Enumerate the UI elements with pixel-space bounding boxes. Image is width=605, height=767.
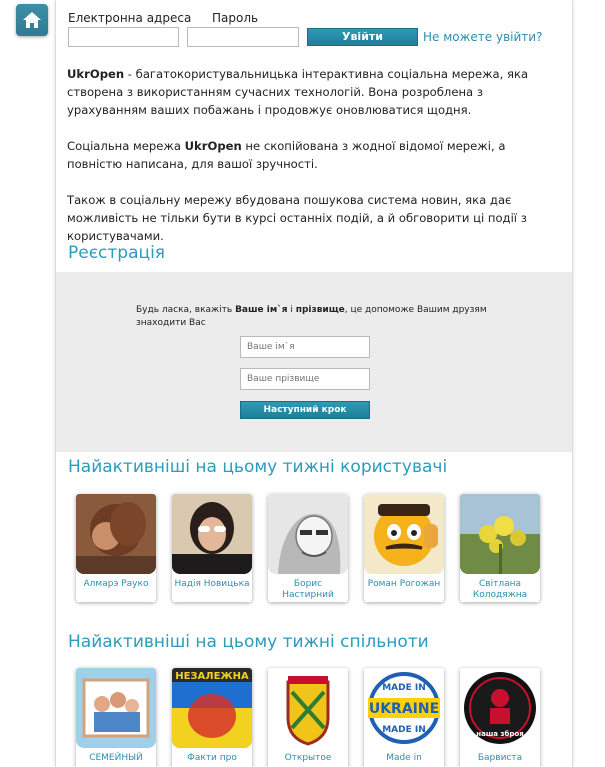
community-card[interactable]: Открытое [268, 668, 348, 767]
community-name: Made in [386, 753, 422, 763]
login-button[interactable]: Увійти [307, 28, 418, 46]
intro-paragraph-3: Також в соціальну мережу вбудована пошук… [67, 193, 527, 243]
community-image: UKRAINE MADE IN MADE IN [364, 668, 444, 748]
email-field[interactable] [68, 27, 179, 47]
svg-text:наша зброя: наша зброя [476, 730, 523, 738]
community-name: СЕМЕЙНЫЙ [89, 753, 143, 763]
nezalezhna-logo-text: НЕЗАЛЕЖНА [175, 671, 249, 682]
user-card[interactable]: Алмарэ Рауко [76, 494, 156, 602]
user-avatar [364, 494, 444, 574]
community-name: Барвиста [477, 753, 523, 763]
next-step-button[interactable]: Наступний крок [240, 401, 370, 419]
forgot-password-link[interactable]: Не можете увійти? [423, 30, 542, 44]
main-page: Електронна адреса Пароль Увійти Не может… [55, 0, 573, 767]
user-avatar [172, 494, 252, 574]
login-form: Електронна адреса Пароль Увійти Не может… [67, 11, 567, 51]
active-communities-list: СЕМЕЙНЫЙ НЕЗАЛЕЖНА Факти про Открытое UK… [76, 668, 540, 767]
community-image [268, 668, 348, 748]
community-card[interactable]: наша зброя Барвиста [460, 668, 540, 767]
intro-paragraph-2: Соціальна мережа UkrOpen не скопійована … [67, 139, 506, 171]
community-name: Открытое [284, 753, 332, 763]
intro-paragraph-1: UkrOpen - багатокористувальницька інтера… [67, 67, 529, 117]
registration-hint: Будь ласка, вкажіть Ваше ім`я і прізвище… [136, 305, 487, 328]
email-label: Електронна адреса [68, 11, 192, 25]
active-users-title: Найактивніші на цьому тижні користувачі [68, 457, 448, 477]
last-name-field[interactable] [240, 368, 370, 390]
home-button[interactable] [16, 4, 48, 36]
user-avatar [460, 494, 540, 574]
password-label: Пароль [212, 11, 259, 25]
community-card[interactable]: НЕЗАЛЕЖНА Факти про [172, 668, 252, 767]
user-card[interactable]: Борис Настирний [268, 494, 348, 602]
user-name: Світлана Колодяжна [472, 579, 528, 600]
user-card[interactable]: Світлана Колодяжна [460, 494, 540, 602]
brand-name: UkrOpen [184, 139, 242, 153]
community-name: Факти про [187, 753, 237, 763]
home-icon [23, 12, 41, 28]
community-card[interactable]: СЕМЕЙНЫЙ [76, 668, 156, 767]
community-card[interactable]: UKRAINE MADE IN MADE IN Made in [364, 668, 444, 767]
user-name: Борис Настирний [282, 579, 334, 600]
ukraine-logo-text: UKRAINE [369, 701, 439, 717]
svg-text:MADE IN: MADE IN [382, 683, 426, 693]
password-field[interactable] [187, 27, 299, 47]
community-image [76, 668, 156, 748]
registration-panel: Будь ласка, вкажіть Ваше ім`я і прізвище… [56, 272, 572, 452]
user-name: Надія Новицька [174, 579, 250, 589]
user-avatar [76, 494, 156, 574]
user-card[interactable]: Роман Рогожан [364, 494, 444, 602]
community-image: наша зброя [460, 668, 540, 748]
user-card[interactable]: Надія Новицька [172, 494, 252, 602]
brand-name: UkrOpen [67, 67, 125, 81]
user-name: Алмарэ Рауко [83, 579, 149, 589]
registration-title: Реєстрація [68, 243, 166, 263]
intro-text: UkrOpen - багатокористувальницька інтера… [67, 65, 563, 263]
user-avatar [268, 494, 348, 574]
svg-text:MADE IN: MADE IN [382, 725, 426, 735]
first-name-field[interactable] [240, 336, 370, 358]
active-users-list: Алмарэ Рауко Надія Новицька Борис Настир… [76, 494, 540, 602]
community-image: НЕЗАЛЕЖНА [172, 668, 252, 748]
user-name: Роман Рогожан [367, 579, 441, 589]
active-communities-title: Найактивніші на цьому тижні спільноти [68, 632, 429, 652]
